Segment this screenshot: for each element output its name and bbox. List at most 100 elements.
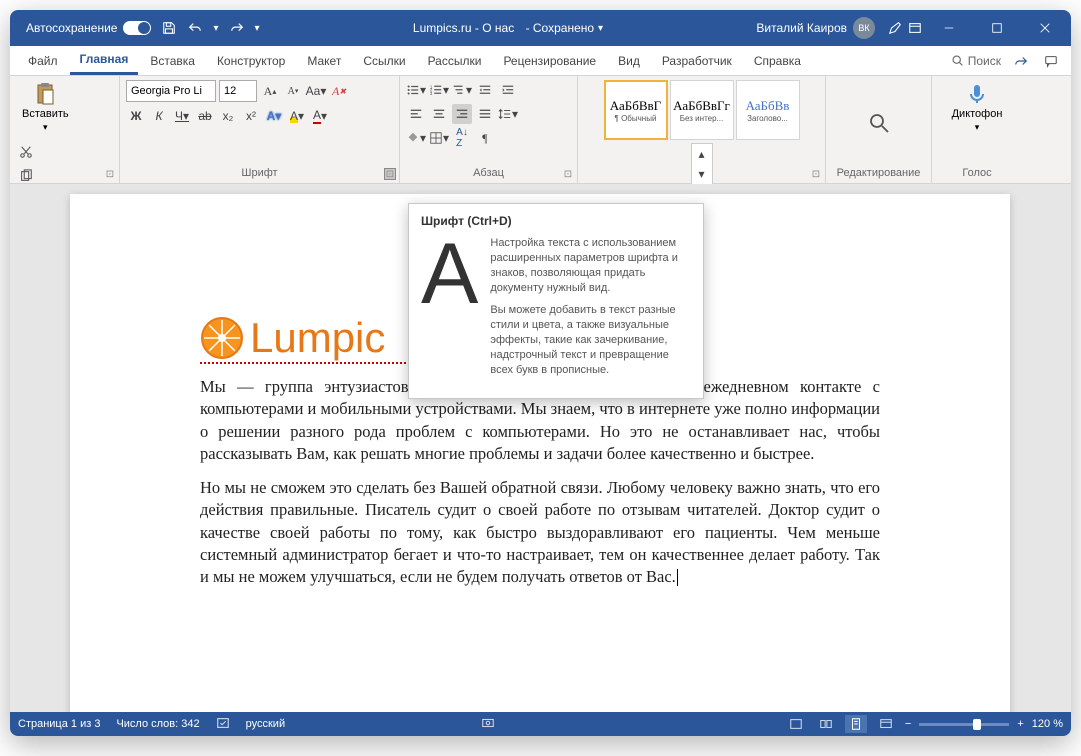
voice-group: Диктофон ▾ Голос	[932, 76, 1022, 183]
voice-label: Голос	[938, 165, 1016, 181]
close-button[interactable]	[1023, 10, 1067, 46]
tooltip-text: Настройка текста с использованием расшир…	[490, 236, 691, 386]
align-left-button[interactable]	[406, 104, 426, 124]
bullets-button[interactable]: ▾	[406, 80, 426, 100]
spell-check-icon[interactable]	[216, 716, 230, 733]
orange-icon	[200, 316, 244, 360]
tab-справка[interactable]: Справка	[744, 48, 811, 74]
document-title: Lumpics.ru - О нас - Сохранено ▾	[260, 21, 757, 35]
clear-formatting-button[interactable]: A✖	[329, 81, 349, 101]
styles-up-button[interactable]: ▴	[692, 144, 712, 164]
show-marks-button[interactable]: ¶	[475, 128, 495, 148]
autosave-toggle[interactable]: Автосохранение	[26, 21, 151, 35]
shrink-font-button[interactable]: A▾	[283, 81, 303, 101]
font-name-input[interactable]	[126, 80, 216, 102]
font-group: A▴ A▾ Aa▾ A✖ Ж К Ч▾ ab x₂ x² A▾ A▾ A▾ Шр	[120, 76, 400, 183]
paragraph-label: Абзац	[406, 165, 571, 181]
search-box[interactable]: Поиск	[951, 54, 1001, 68]
save-icon[interactable]	[161, 20, 177, 36]
web-layout-button[interactable]	[875, 715, 897, 733]
zoom-in-button[interactable]: +	[1017, 718, 1023, 730]
font-size-input[interactable]	[219, 80, 257, 102]
underline-button[interactable]: Ч▾	[172, 106, 192, 126]
indent-button[interactable]	[498, 80, 518, 100]
undo-icon[interactable]	[187, 20, 203, 36]
font-dialog-tooltip: Шрифт (Ctrl+D) A Настройка текста с испо…	[408, 203, 704, 399]
macro-icon[interactable]	[481, 716, 495, 733]
status-bar: Страница 1 из 3 Число слов: 342 русский …	[10, 712, 1071, 736]
ribbon: Вставить ▾ Буфер обме... ⊡ A▴ A▾	[10, 76, 1071, 184]
clipboard-launcher[interactable]: ⊡	[104, 168, 116, 180]
word-count[interactable]: Число слов: 342	[116, 718, 199, 730]
tab-ссылки[interactable]: Ссылки	[353, 48, 415, 74]
tab-макет[interactable]: Макет	[297, 48, 351, 74]
svg-text:3: 3	[430, 91, 433, 96]
editing-group: Редактирование	[826, 76, 932, 183]
style-item[interactable]: АаБбВвГ¶ Обычный	[604, 80, 668, 140]
italic-button[interactable]: К	[149, 106, 169, 126]
bold-button[interactable]: Ж	[126, 106, 146, 126]
copy-icon[interactable]	[16, 166, 36, 186]
styles-down-button[interactable]: ▾	[692, 164, 712, 184]
text-effects-button[interactable]: A▾	[264, 106, 284, 126]
redo-icon[interactable]	[229, 20, 245, 36]
user-account[interactable]: Виталий Каиров ВК	[756, 17, 875, 39]
paragraph-2[interactable]: Но мы не сможем это сделать без Вашей об…	[200, 477, 880, 588]
tab-конструктор[interactable]: Конструктор	[207, 48, 295, 74]
tab-файл[interactable]: Файл	[18, 48, 68, 74]
paragraph-group: ▾ 123▾ ▾ ▾ ▾ ▾ A↓Z ¶	[400, 76, 578, 183]
line-spacing-button[interactable]: ▾	[498, 104, 518, 124]
print-layout-button[interactable]	[845, 715, 867, 733]
share-button[interactable]	[1011, 51, 1031, 71]
page-indicator[interactable]: Страница 1 из 3	[18, 718, 100, 730]
sort-button[interactable]: A↓Z	[452, 128, 472, 148]
tab-рецензирование[interactable]: Рецензирование	[493, 48, 606, 74]
dictate-button[interactable]: Диктофон ▾	[946, 80, 1009, 135]
comments-button[interactable]	[1041, 51, 1061, 71]
paste-button[interactable]: Вставить ▾	[16, 80, 75, 135]
editing-label: Редактирование	[832, 165, 925, 181]
change-case-button[interactable]: Aa▾	[306, 81, 326, 101]
align-right-button[interactable]	[452, 104, 472, 124]
tab-главная[interactable]: Главная	[70, 46, 139, 75]
multilevel-button[interactable]: ▾	[452, 80, 472, 100]
tab-вставка[interactable]: Вставка	[140, 48, 205, 74]
justify-button[interactable]	[475, 104, 495, 124]
zoom-out-button[interactable]: −	[905, 718, 911, 730]
superscript-button[interactable]: x²	[241, 106, 261, 126]
outdent-button[interactable]	[475, 80, 495, 100]
language-indicator[interactable]: русский	[246, 718, 285, 730]
styles-launcher[interactable]: ⊡	[810, 168, 822, 180]
highlight-button[interactable]: A▾	[287, 106, 307, 126]
cut-icon[interactable]	[16, 142, 36, 162]
title-bar: Автосохранение ▾ ▾ Lumpics.ru - О нас - …	[10, 10, 1071, 46]
grow-font-button[interactable]: A▴	[260, 81, 280, 101]
align-center-button[interactable]	[429, 104, 449, 124]
styles-group: АаБбВвГ¶ ОбычныйАаБбВвГгБез интер...АаБб…	[578, 76, 826, 183]
ribbon-display-icon[interactable]	[907, 20, 923, 36]
pen-icon[interactable]	[887, 20, 903, 36]
font-launcher[interactable]: ⊡	[384, 168, 396, 180]
clipboard-group: Вставить ▾ Буфер обме... ⊡	[10, 76, 120, 183]
style-item[interactable]: АаБбВвГгБез интер...	[670, 80, 734, 140]
maximize-button[interactable]	[975, 10, 1019, 46]
borders-button[interactable]: ▾	[429, 128, 449, 148]
ribbon-tabs: ФайлГлавнаяВставкаКонструкторМакетСсылки…	[10, 46, 1071, 76]
tab-рассылки[interactable]: Рассылки	[418, 48, 492, 74]
read-view-button[interactable]	[815, 715, 837, 733]
shading-button[interactable]: ▾	[406, 128, 426, 148]
zoom-level[interactable]: 120 %	[1032, 718, 1063, 730]
tab-разработчик[interactable]: Разработчик	[652, 48, 742, 74]
numbering-button[interactable]: 123▾	[429, 80, 449, 100]
find-button[interactable]	[861, 109, 897, 137]
subscript-button[interactable]: x₂	[218, 106, 238, 126]
style-item[interactable]: АаБбВвЗаголово...	[736, 80, 800, 140]
strike-button[interactable]: ab	[195, 106, 215, 126]
logo: Lumpic	[200, 314, 410, 364]
zoom-slider[interactable]	[919, 723, 1009, 726]
paragraph-launcher[interactable]: ⊡	[562, 168, 574, 180]
minimize-button[interactable]	[927, 10, 971, 46]
tab-вид[interactable]: Вид	[608, 48, 650, 74]
focus-view-button[interactable]	[785, 715, 807, 733]
font-color-button[interactable]: A▾	[310, 106, 330, 126]
